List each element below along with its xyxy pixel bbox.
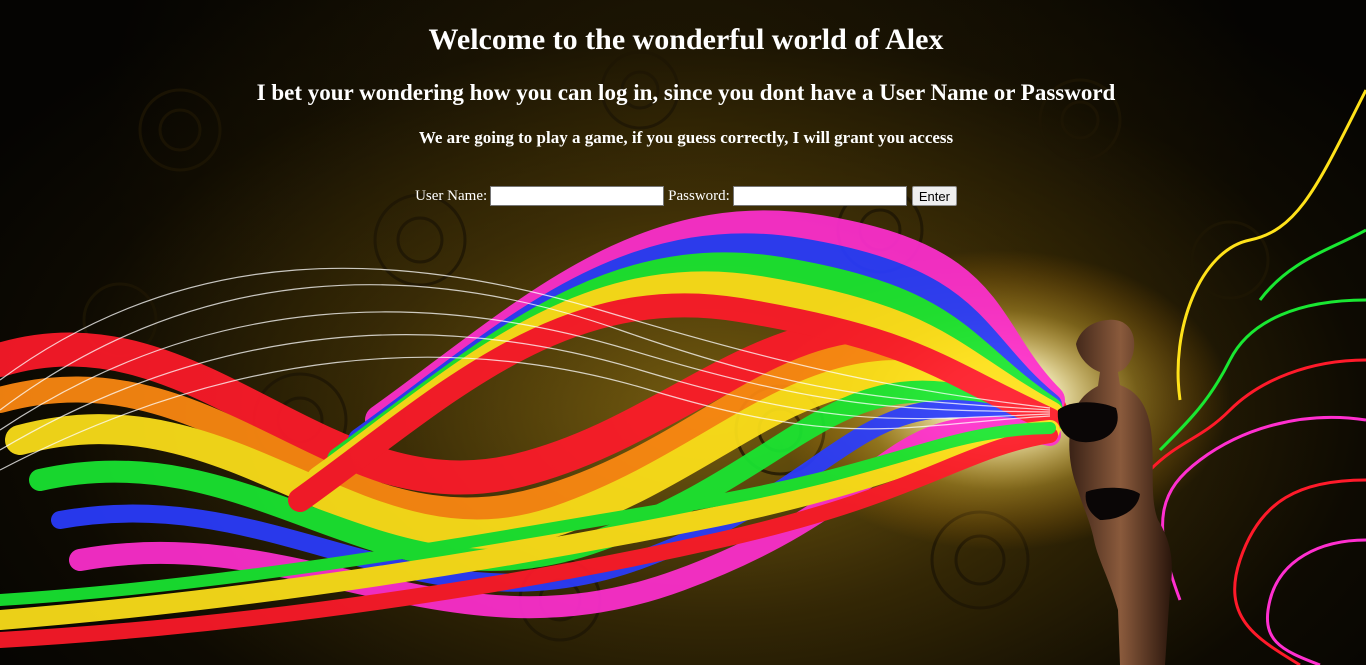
username-label: User Name: (415, 187, 488, 204)
username-input[interactable] (490, 186, 665, 206)
page-title: Welcome to the wonderful world of Alex (428, 23, 944, 56)
login-form: User Name: Password: Enter (0, 185, 1366, 207)
challenge-text: We are going to play a game, if you gues… (418, 128, 954, 147)
page-subtitle: I bet your wondering how you can log in,… (256, 80, 1116, 105)
password-label: Password: (668, 187, 730, 204)
password-input[interactable] (732, 186, 907, 206)
enter-button[interactable]: Enter (911, 186, 957, 206)
page-background: Welcome to the wonderful world of Alex I… (0, 0, 1366, 665)
